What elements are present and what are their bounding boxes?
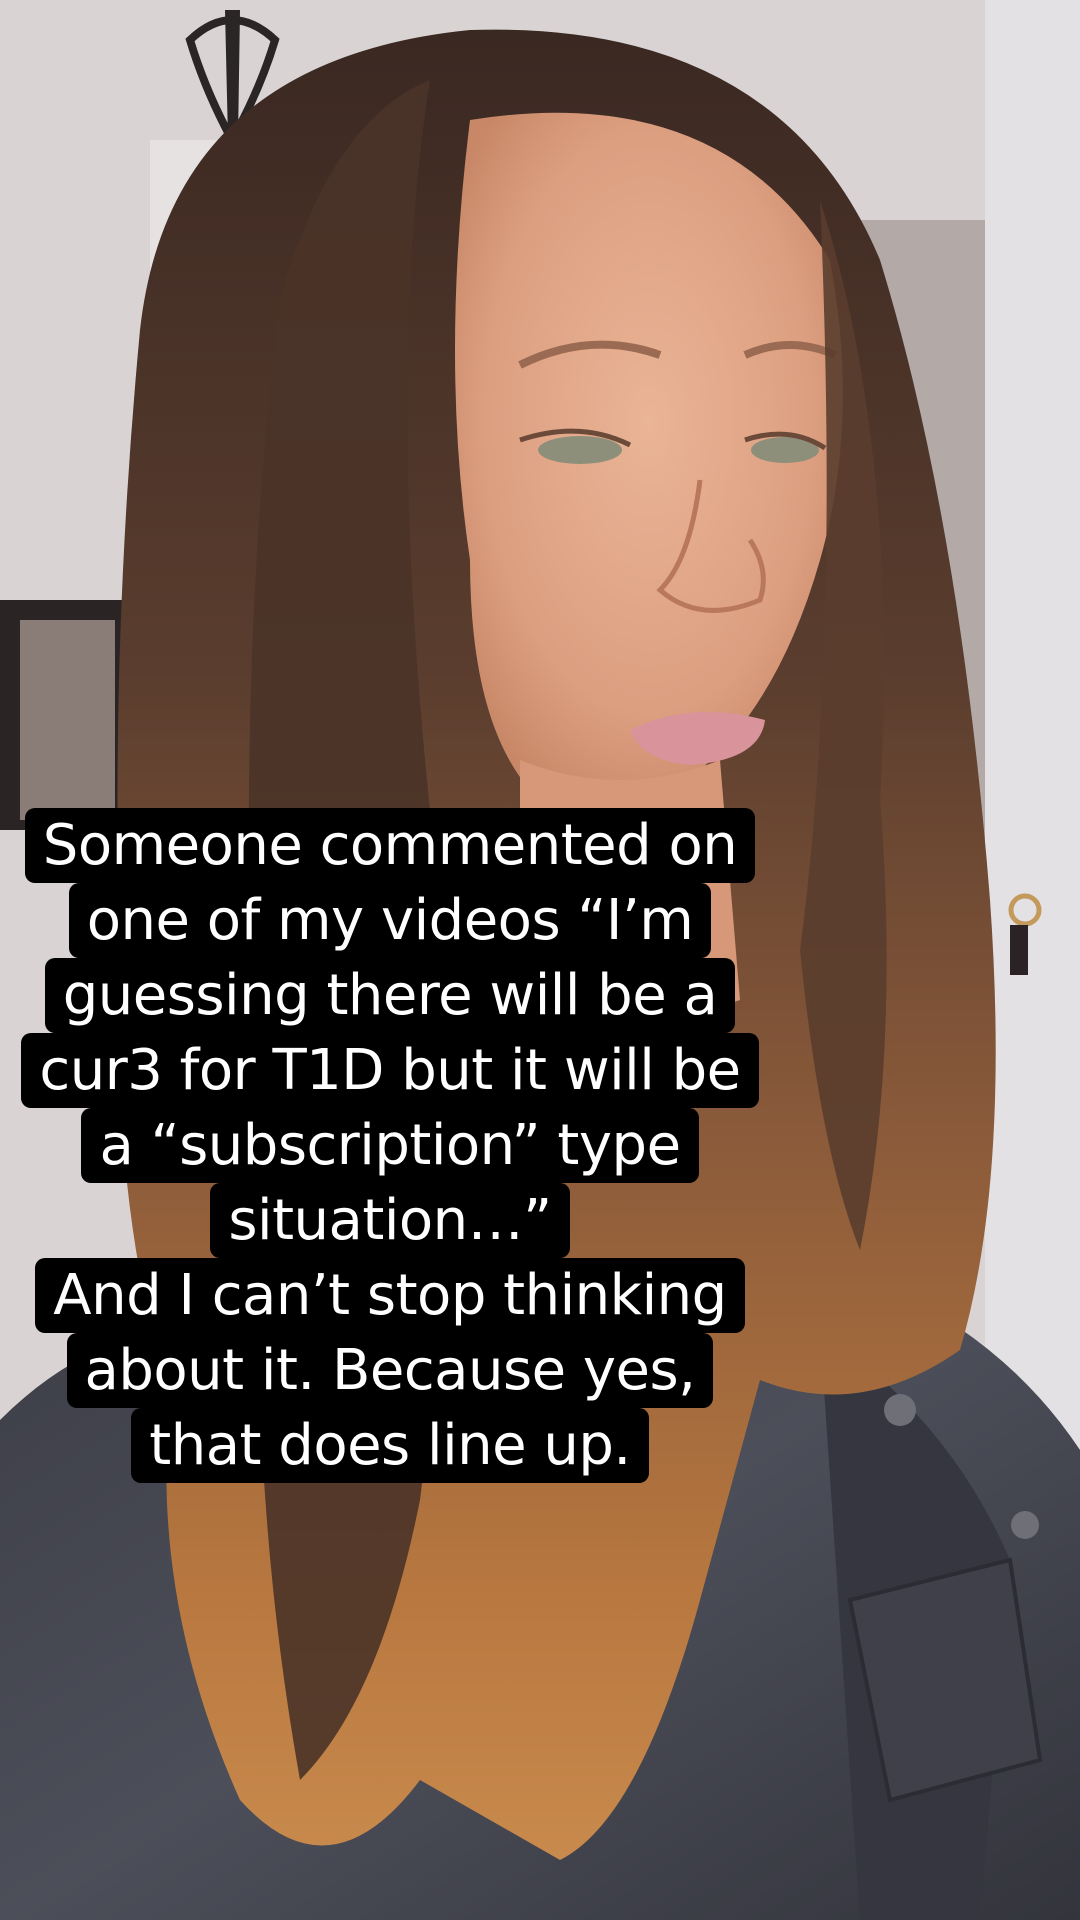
caption-line: about it. Because yes,	[0, 1333, 780, 1408]
video-frame: Someone commented on one of my videos “I…	[0, 0, 1080, 1920]
eye-left	[538, 436, 622, 464]
caption-line: a “subscription” type	[0, 1108, 780, 1183]
caption-line: cur3 for T1D but it will be	[0, 1033, 780, 1108]
caption-line: guessing there will be a	[0, 958, 780, 1033]
caption-line: that does line up.	[0, 1408, 780, 1483]
caption-line: situation…”	[0, 1183, 780, 1258]
caption-overlay: Someone commented on one of my videos “I…	[0, 808, 780, 1483]
caption-line: one of my videos “I’m	[0, 883, 780, 958]
jacket-button	[884, 1394, 916, 1426]
caption-line: And I can’t stop thinking	[0, 1258, 780, 1333]
caption-line: Someone commented on	[0, 808, 780, 883]
